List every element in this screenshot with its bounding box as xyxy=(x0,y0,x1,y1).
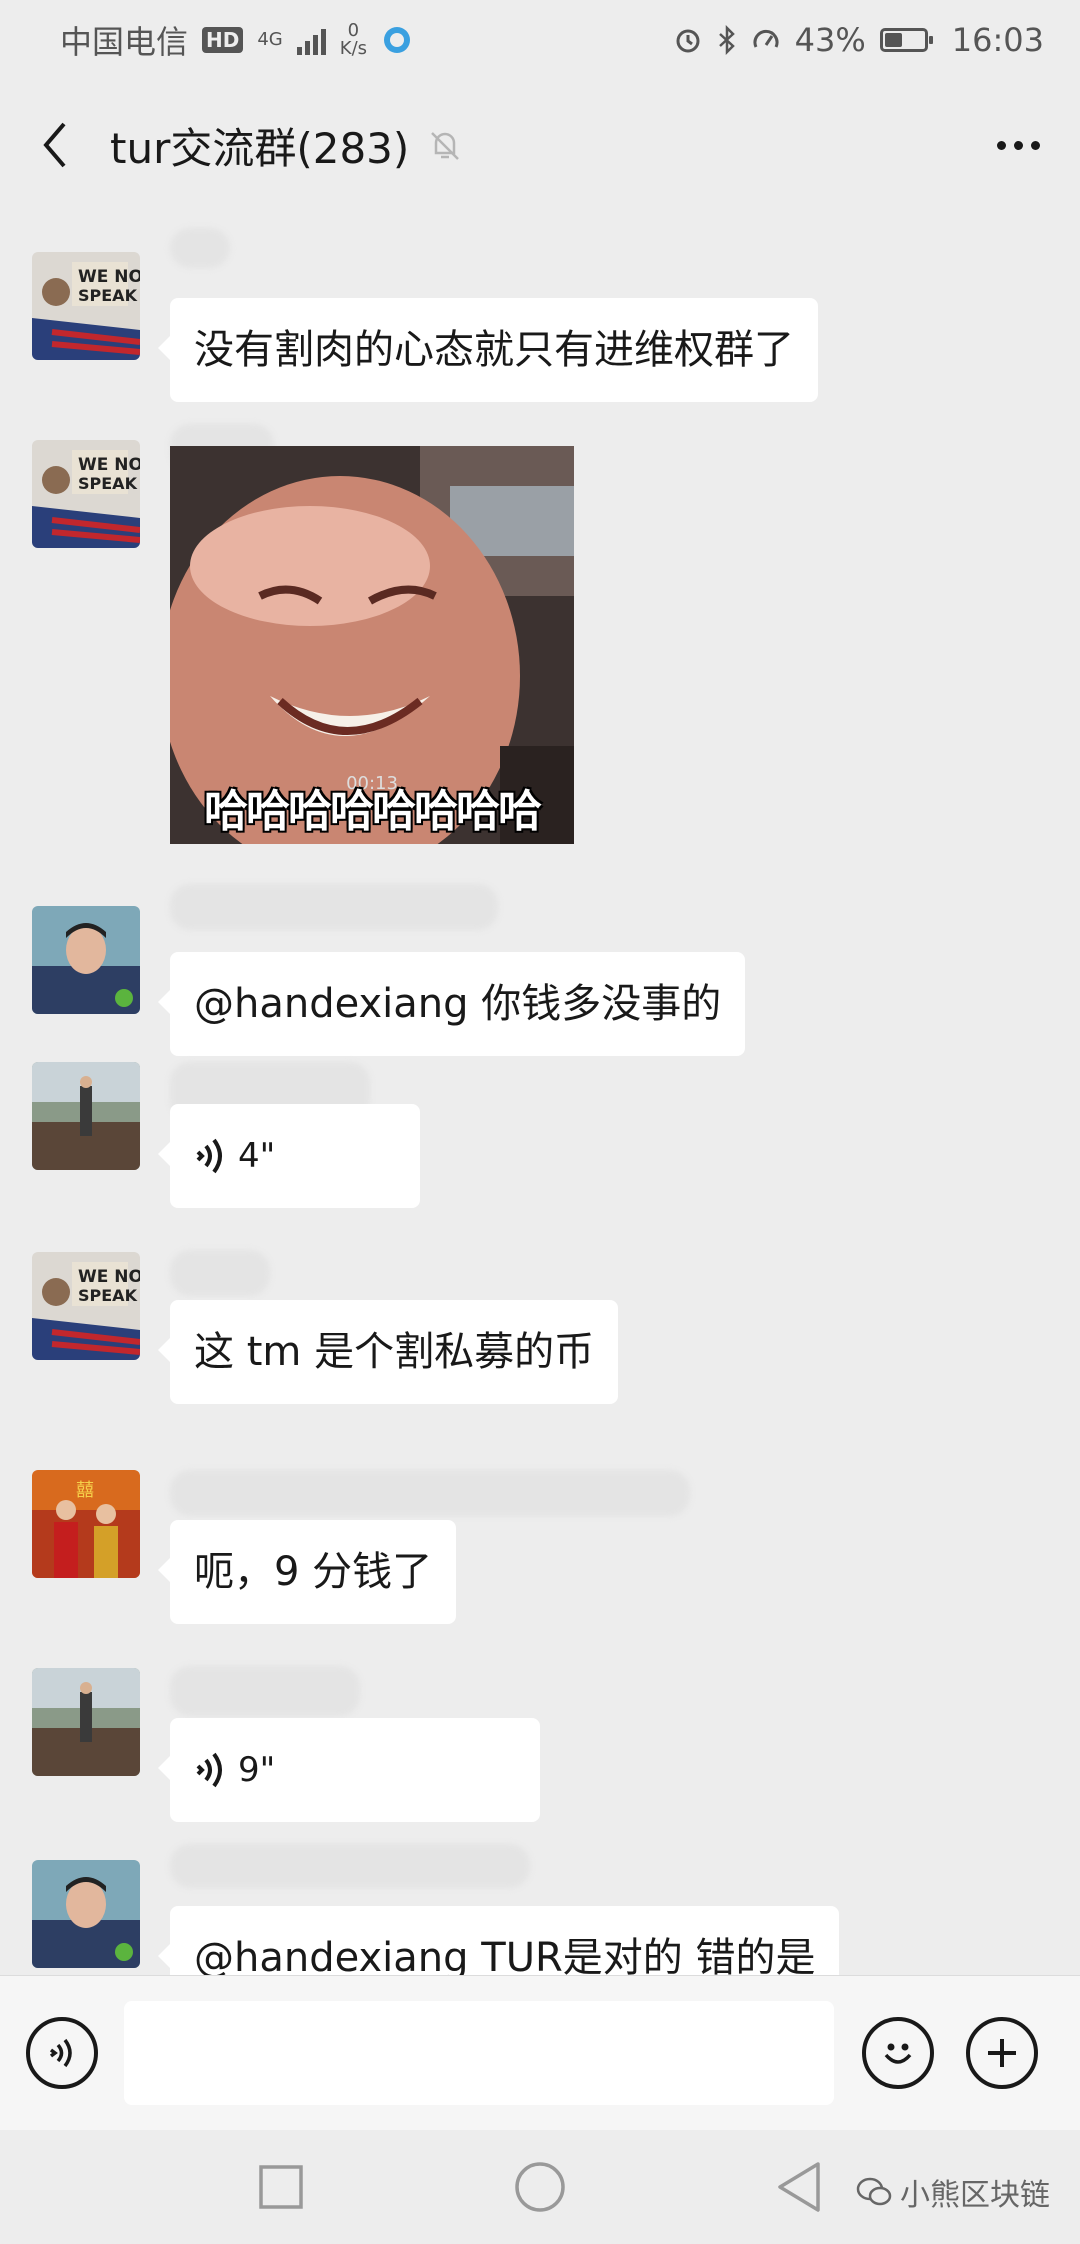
avatar[interactable] xyxy=(32,1062,140,1170)
avatar[interactable] xyxy=(32,1860,140,1968)
hd-badge: HD xyxy=(202,27,244,53)
message-bubble[interactable]: @handexiang TUR是对的 错的是 xyxy=(157,1906,840,1975)
square-icon xyxy=(259,2165,303,2209)
watermark: 小熊区块链 xyxy=(856,2170,1050,2214)
back-button[interactable] xyxy=(30,115,80,175)
status-left: 中国电信 HD 4G 0 K/s xyxy=(60,17,413,63)
image-caption: 哈哈哈哈哈哈哈哈 xyxy=(204,786,542,837)
smile-icon xyxy=(884,2043,912,2064)
svg-text:WE NO: WE NO xyxy=(78,1267,140,1287)
avatar[interactable]: WE NO SPEAK xyxy=(32,440,140,548)
emoji-button[interactable] xyxy=(862,2017,934,2089)
image-message[interactable]: 00:13 哈哈哈哈哈哈哈哈 xyxy=(170,446,574,844)
data-saver-icon xyxy=(753,29,779,48)
triangle-back-icon xyxy=(778,2162,820,2212)
message-bubble[interactable]: @handexiang 你钱多没事的 xyxy=(157,952,746,1056)
signal-icon xyxy=(296,25,326,55)
voice-input-icon xyxy=(49,2038,72,2068)
svg-text:SPEAK: SPEAK xyxy=(78,474,138,493)
svg-text:WE NO: WE NO xyxy=(78,267,140,287)
svg-text:SPEAK: SPEAK xyxy=(78,286,138,305)
svg-text:WE NO: WE NO xyxy=(78,455,140,475)
voice-wave-icon xyxy=(196,1138,222,1174)
bell-off-icon xyxy=(427,127,463,163)
voice-input-button[interactable] xyxy=(26,2017,98,2089)
more-functions-button[interactable] xyxy=(966,2017,1038,2089)
message-bubble[interactable]: 这 tm 是个割私募的币 xyxy=(157,1300,619,1404)
recent-apps-button[interactable] xyxy=(258,2164,304,2210)
alarm-icon xyxy=(676,29,700,53)
battery-icon xyxy=(879,28,933,52)
input-bar xyxy=(0,1975,1080,2130)
more-dot xyxy=(1014,140,1023,150)
carrier-label: 中国电信 xyxy=(60,23,189,61)
chevron-left-icon xyxy=(43,122,66,168)
avatar[interactable] xyxy=(32,1668,140,1776)
avatar[interactable]: WE NO SPEAK xyxy=(32,252,140,360)
blurred-nickname xyxy=(170,884,498,930)
chat-header: tur交流群(283) xyxy=(0,80,1080,210)
blurred-nickname xyxy=(170,1666,360,1716)
speed-unit: K/s xyxy=(339,38,368,59)
blurred-nickname xyxy=(170,1844,530,1888)
message-bubble[interactable]: 没有割肉的心态就只有进维权群了 xyxy=(158,298,818,402)
browser-app-icon xyxy=(384,27,411,53)
bluetooth-icon xyxy=(718,25,735,55)
voice-message-bubble[interactable]: 9" xyxy=(158,1718,540,1822)
status-right: 43% 16:03 xyxy=(673,21,1044,59)
more-dot xyxy=(1031,140,1040,150)
circle-icon xyxy=(515,2162,565,2212)
message-list[interactable]: WE NO SPEAK 没有割肉的心态就只有进维权群了 WE NO SPEAK xyxy=(0,210,1080,1975)
avatar[interactable] xyxy=(32,906,140,1014)
voice-duration: 4" xyxy=(238,1136,276,1176)
wechat-icon xyxy=(856,2177,892,2206)
network-type: 4G xyxy=(257,29,283,50)
blurred-nickname xyxy=(170,1250,270,1296)
voice-message-bubble[interactable]: 4" xyxy=(158,1104,420,1208)
clock: 16:03 xyxy=(951,21,1044,59)
status-bar: 中国电信 HD 4G 0 K/s 43% 16:03 xyxy=(0,0,1080,80)
battery-percent: 43% xyxy=(794,21,866,59)
home-button[interactable] xyxy=(514,2161,566,2213)
avatar[interactable]: 囍 xyxy=(32,1470,140,1578)
watermark-text: 小熊区块链 xyxy=(900,2178,1050,2213)
message-input[interactable] xyxy=(124,2001,834,2105)
blurred-nickname xyxy=(170,228,230,268)
more-dot xyxy=(997,140,1006,150)
avatar[interactable]: WE NO SPEAK xyxy=(32,1252,140,1360)
voice-duration: 9" xyxy=(238,1750,276,1790)
svg-text:囍: 囍 xyxy=(76,1480,94,1501)
network-speed: 0 K/s xyxy=(340,22,367,58)
blurred-nickname xyxy=(170,1470,690,1516)
voice-wave-icon xyxy=(196,1752,222,1788)
nav-back-button[interactable] xyxy=(776,2161,822,2213)
plus-icon xyxy=(988,2039,1016,2067)
message-bubble[interactable]: 呃，9 分钱了 xyxy=(157,1520,457,1624)
group-title: tur交流群(283) xyxy=(110,123,410,173)
svg-text:SPEAK: SPEAK xyxy=(78,1286,138,1305)
more-options-button[interactable] xyxy=(987,131,1050,160)
